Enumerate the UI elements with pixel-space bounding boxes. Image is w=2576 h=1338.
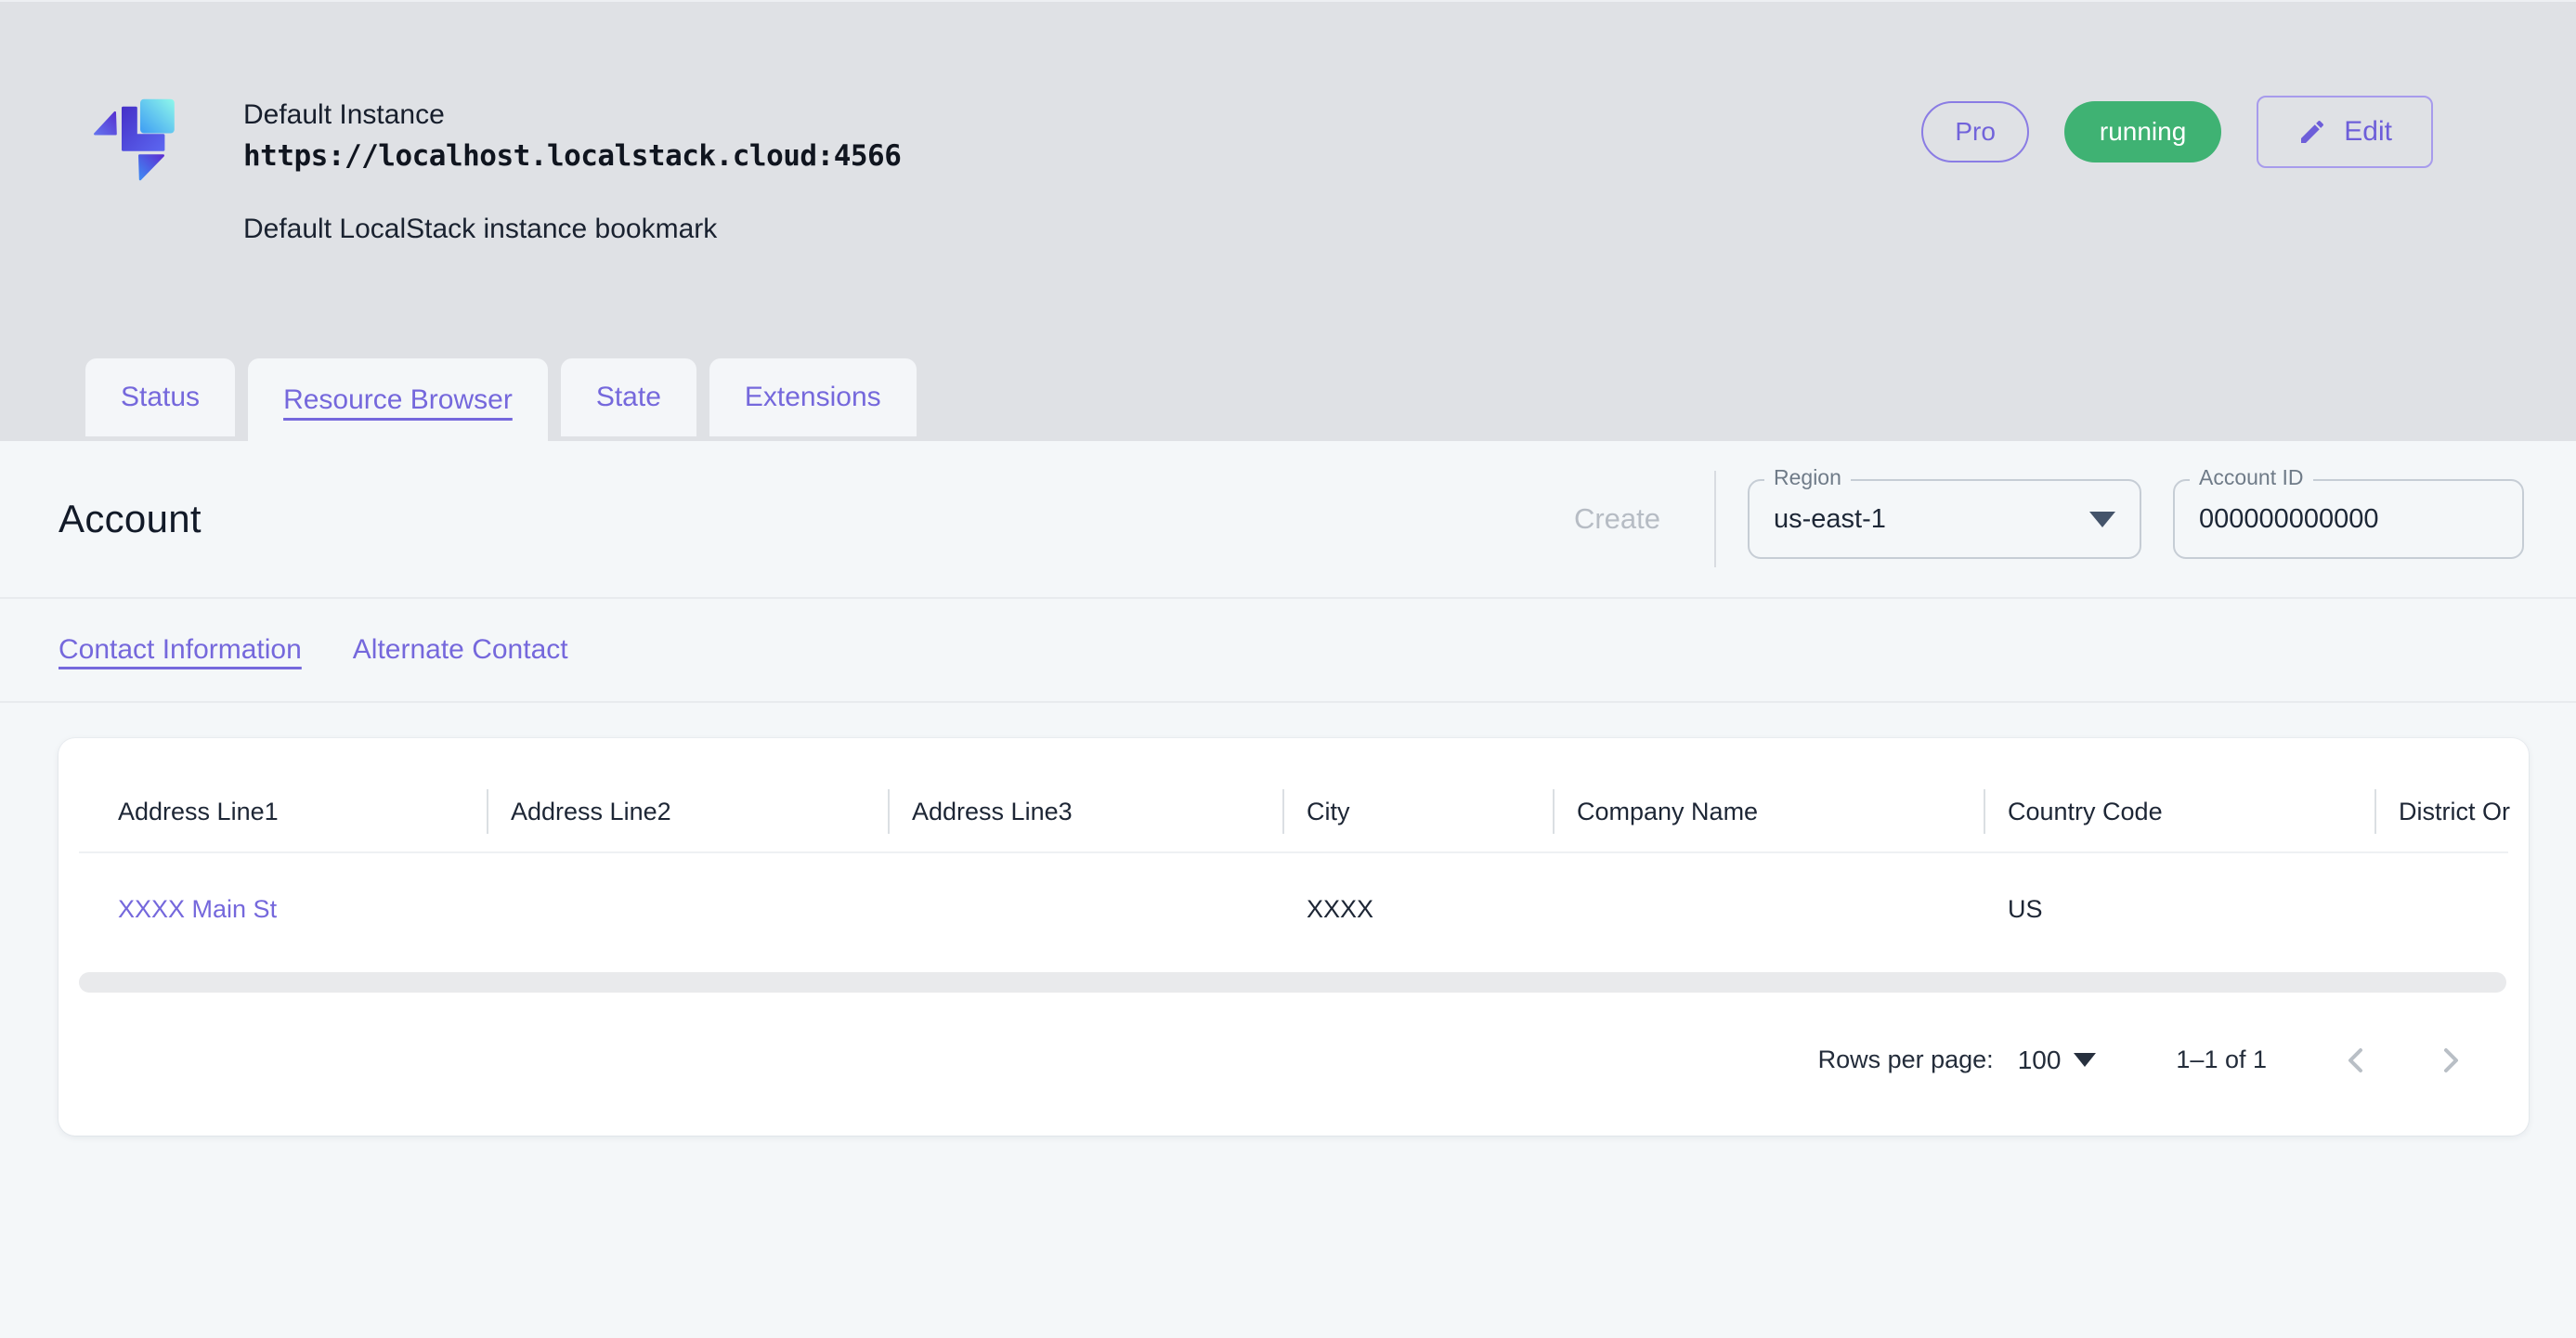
column-header-city[interactable]: City [1282, 772, 1553, 851]
subtab-contact-information[interactable]: Contact Information [59, 634, 302, 666]
table-row: XXXX Main St XXXX US [79, 853, 2508, 965]
controls-divider [1714, 471, 1716, 567]
region-select-value: us-east-1 [1774, 504, 1886, 535]
rows-per-page-label: Rows per page: [1818, 1046, 1994, 1074]
edit-button[interactable]: Edit [2257, 96, 2433, 168]
tab-extensions[interactable]: Extensions [709, 358, 917, 436]
page-title: Account [59, 497, 202, 541]
instance-subtitle: Default LocalStack instance bookmark [243, 214, 901, 245]
account-id-value: 000000000000 [2199, 504, 2379, 535]
table-header-row: Address Line1 Address Line2 Address Line… [79, 772, 2508, 853]
resource-header: Account Create Region us-east-1 Account … [0, 441, 2576, 599]
pagination-buttons [2334, 1038, 2473, 1083]
account-id-label: Account ID [2190, 465, 2313, 490]
running-status-badge: running [2064, 101, 2221, 162]
next-page-button[interactable] [2428, 1038, 2473, 1083]
localstack-app: Default Instance https://localhost.local… [0, 0, 2576, 1338]
dropdown-arrow-icon [2074, 1053, 2096, 1067]
tab-state[interactable]: State [561, 358, 696, 436]
localstack-logo [88, 91, 215, 198]
row-address-line2 [487, 853, 888, 965]
column-header-address-line1[interactable]: Address Line1 [79, 772, 487, 851]
dropdown-arrow-icon [2089, 512, 2115, 527]
column-header-address-line2[interactable]: Address Line2 [487, 772, 888, 851]
create-button[interactable]: Create [1552, 502, 1683, 536]
rows-per-page-value: 100 [2018, 1046, 2062, 1075]
column-header-company-name[interactable]: Company Name [1553, 772, 1984, 851]
tab-resource-browser[interactable]: Resource Browser [248, 358, 548, 441]
row-address-line3 [888, 853, 1282, 965]
instance-title: Default Instance [243, 98, 901, 132]
previous-page-button[interactable] [2334, 1038, 2378, 1083]
account-id-field[interactable]: Account ID 000000000000 [2173, 479, 2524, 559]
row-district [2374, 853, 2529, 965]
chevron-right-icon [2430, 1040, 2471, 1081]
pagination-bar: Rows per page: 100 1–1 of 1 [59, 993, 2529, 1127]
instance-header: Default Instance https://localhost.local… [0, 0, 2576, 441]
region-select-label: Region [1764, 465, 1851, 490]
data-grid-card: Address Line1 Address Line2 Address Line… [59, 738, 2529, 1136]
resource-subtabs: Contact Information Alternate Contact [0, 599, 2576, 703]
row-city: XXXX [1282, 853, 1553, 965]
column-header-district[interactable]: District Or [2374, 772, 2529, 851]
chevron-left-icon [2335, 1040, 2376, 1081]
region-select[interactable]: Region us-east-1 [1748, 479, 2141, 559]
resource-controls: Create Region us-east-1 Account ID 00000… [1552, 471, 2524, 567]
row-country-code: US [1984, 853, 2374, 965]
pencil-icon [2297, 117, 2327, 147]
horizontal-scrollbar[interactable] [79, 972, 2506, 993]
resource-browser-panel: Account Create Region us-east-1 Account … [0, 441, 2576, 1338]
column-header-address-line3[interactable]: Address Line3 [888, 772, 1282, 851]
pro-badge: Pro [1921, 101, 2029, 162]
tab-bar: Status Resource Browser State Extensions [85, 358, 917, 441]
edit-button-label: Edit [2344, 116, 2392, 148]
subtab-alternate-contact[interactable]: Alternate Contact [353, 634, 568, 666]
rows-per-page-select[interactable]: 100 [2018, 1046, 2097, 1075]
tab-status[interactable]: Status [85, 358, 235, 436]
header-actions: Pro running Edit [1921, 95, 2433, 169]
row-address-line1-link[interactable]: XXXX Main St [118, 895, 277, 924]
row-company-name [1553, 853, 1984, 965]
column-header-country-code[interactable]: Country Code [1984, 772, 2374, 851]
pagination-range-label: 1–1 of 1 [2176, 1046, 2267, 1074]
instance-url: https://localhost.localstack.cloud:4566 [243, 139, 901, 173]
